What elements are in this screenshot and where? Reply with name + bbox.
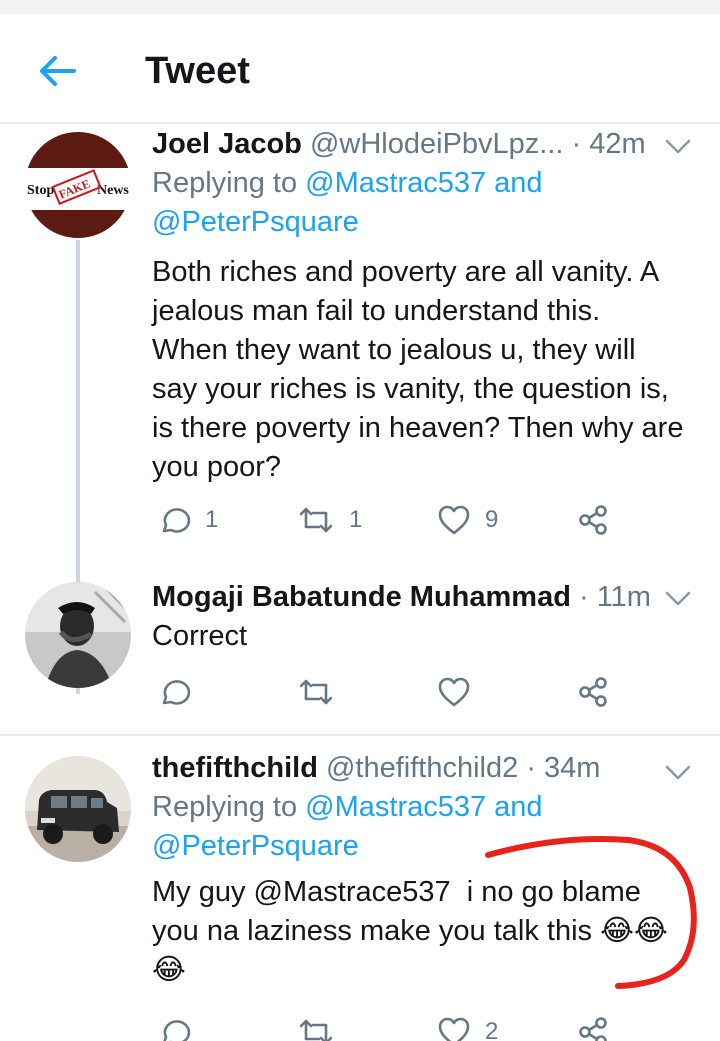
- like-button[interactable]: 2: [437, 1012, 498, 1041]
- arrow-left-icon: [40, 56, 76, 86]
- tweet-text-line: jealous man fail to understand this.: [152, 295, 601, 327]
- tweet-text: My guy @Mastrace537 i no go blame you na…: [152, 873, 700, 990]
- status-bar: [0, 0, 720, 14]
- share-button[interactable]: [577, 500, 609, 540]
- display-name[interactable]: Joel Jacob: [152, 128, 302, 160]
- tweet-meta: Joel Jacob @wHlodeiPbvLpz... · 42m: [152, 126, 700, 162]
- retweet-button[interactable]: [297, 672, 335, 712]
- share-button[interactable]: [577, 672, 609, 712]
- display-name[interactable]: thefifthchild: [152, 752, 318, 784]
- top-app-bar: Tweet: [0, 14, 720, 122]
- mention-link[interactable]: @Mastrac537 and: [305, 167, 542, 199]
- replying-to: Replying to @Mastrac537 and @PeterPsquar…: [152, 788, 700, 866]
- retweet-button[interactable]: [297, 1012, 335, 1041]
- retweet-icon: [299, 1019, 333, 1041]
- reply-count: 1: [205, 506, 219, 533]
- avatar-news-text: News: [97, 183, 129, 198]
- tweet-actions: 1 1 9: [152, 500, 622, 540]
- chevron-down-icon[interactable]: [664, 138, 692, 156]
- share-icon: [579, 1017, 607, 1041]
- avatar[interactable]: [25, 582, 131, 688]
- user-handle[interactable]: @wHlodeiPbvLpz...: [310, 128, 564, 160]
- tweet-thefifthchild[interactable]: thefifthchild @thefifthchild2 · 34m Repl…: [0, 740, 720, 1041]
- page-title: Tweet: [145, 50, 250, 92]
- mention-link[interactable]: @PeterPsquare: [152, 830, 359, 862]
- retweet-count: 1: [349, 506, 363, 533]
- timestamp: · 42m: [571, 128, 646, 160]
- reply-icon: [163, 1020, 191, 1041]
- like-button[interactable]: 9: [437, 500, 498, 540]
- mention-link[interactable]: @PeterPsquare: [152, 206, 359, 238]
- tweet-text: Both riches and poverty are all vanity. …: [152, 253, 700, 487]
- heart-icon: [438, 1017, 470, 1041]
- avatar[interactable]: [25, 756, 131, 862]
- emoji-tears-of-joy: 😂: [634, 915, 668, 947]
- reply-button[interactable]: [157, 1012, 191, 1041]
- chevron-down-icon[interactable]: [664, 764, 692, 782]
- heart-icon: [438, 677, 470, 707]
- reply-icon: [162, 508, 191, 533]
- tweet-mogaji[interactable]: Mogaji Babatunde Muhammad · 11m Correct: [0, 574, 720, 732]
- replying-to-label: Replying to: [152, 791, 306, 823]
- display-name[interactable]: Mogaji Babatunde Muhammad: [152, 581, 571, 613]
- tweet-joel-jacob[interactable]: Stop News FAKE Joel Jacob @wHlodeiPbvLpz…: [0, 124, 720, 694]
- mention-link[interactable]: @Mastrace537: [254, 876, 451, 908]
- heart-icon: [438, 505, 470, 535]
- user-handle[interactable]: @thefifthchild2: [326, 752, 518, 784]
- tweet-text-span: My guy: [152, 876, 254, 908]
- timestamp: · 34m: [526, 752, 601, 784]
- like-button[interactable]: [437, 672, 471, 712]
- tweet-text-line: My guy @Mastrace537 i no go blame: [152, 873, 700, 912]
- retweet-icon: [299, 507, 333, 533]
- like-count: 2: [485, 1018, 499, 1041]
- like-count: 9: [485, 506, 499, 533]
- tweet-actions: 2: [152, 1012, 622, 1041]
- tweet-text-span: you na laziness make you talk this: [152, 915, 601, 947]
- tweet-actions: [152, 672, 622, 712]
- avatar-stop-text: Stop: [27, 183, 54, 198]
- reply-button[interactable]: [157, 672, 191, 712]
- tweet-meta: thefifthchild @thefifthchild2 · 34m: [152, 750, 700, 786]
- tweet-text-line: 😂: [152, 951, 700, 990]
- reply-icon: [162, 680, 191, 705]
- timestamp: · 11m: [578, 581, 651, 613]
- tweet-text-line: When they want to jealous u, they will: [152, 334, 636, 366]
- mention-link[interactable]: @Mastrac537 and: [305, 791, 542, 823]
- retweet-icon: [299, 679, 333, 705]
- emoji-tears-of-joy: 😂: [152, 954, 186, 986]
- retweet-button[interactable]: 1: [297, 500, 362, 540]
- back-button[interactable]: [34, 48, 80, 94]
- tweet-text-line: say your riches is vanity, the question …: [152, 373, 669, 405]
- tweet-text-line: you poor?: [152, 451, 281, 483]
- emoji-tears-of-joy: 😂: [600, 915, 635, 947]
- tweet-meta: Mogaji Babatunde Muhammad · 11m: [152, 579, 700, 615]
- tweet-text-line: Both riches and poverty are all vanity. …: [152, 256, 660, 288]
- tweet-text-span: i no go blame: [450, 876, 641, 908]
- tweet-text-line: you na laziness make you talk this 😂😂: [152, 912, 700, 951]
- tweet-text-line: is there poverty in heaven? Then why are: [152, 412, 684, 444]
- replying-to-label: Replying to: [152, 167, 306, 199]
- share-icon: [579, 505, 607, 535]
- avatar[interactable]: Stop News FAKE: [25, 132, 131, 238]
- chevron-down-icon[interactable]: [664, 590, 692, 608]
- share-button[interactable]: [577, 1012, 609, 1041]
- tweet-text: Correct: [152, 620, 248, 652]
- tweet-separator: [0, 734, 720, 736]
- share-icon: [579, 677, 607, 707]
- replying-to: Replying to @Mastrac537 and @PeterPsquar…: [152, 164, 700, 242]
- reply-button[interactable]: 1: [157, 500, 218, 540]
